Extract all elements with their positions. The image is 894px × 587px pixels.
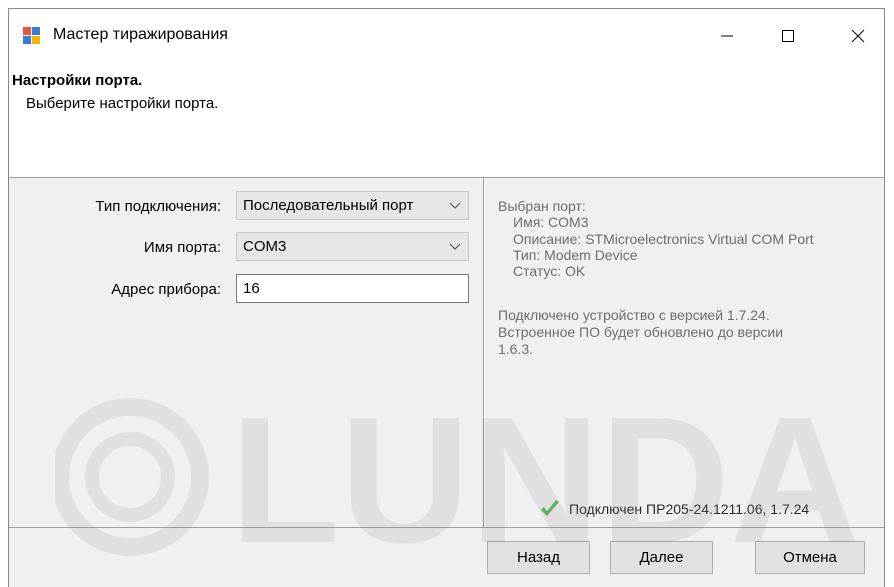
cancel-button[interactable]: Отмена [755, 541, 865, 574]
info-port-status: Статус: OK [513, 263, 586, 279]
info-heading: Выбран порт: [498, 198, 586, 214]
wizard-header: Настройки порта. Выберите настройки порт… [9, 62, 884, 178]
info-firmware-update: Встроенное ПО будет обновлено до версии [498, 324, 784, 340]
window-title: Мастер тиражирования [53, 26, 228, 43]
page-title: Настройки порта. [12, 72, 143, 89]
wizard-window: Мастер тиражирования Настройки порта. Вы… [8, 8, 885, 587]
device-address-label: Адрес прибора: [111, 281, 221, 298]
connection-type-value: Последовательный порт [243, 197, 414, 214]
info-port-name: Имя: COM3 [513, 214, 589, 230]
info-device-version: Подключено устройство с версией 1.7.24. [498, 307, 770, 323]
port-name-select[interactable]: COM3 [236, 232, 469, 261]
connection-status: Подключен ПР205-24.1211.06, 1.7.24 [539, 498, 809, 520]
app-icon [23, 27, 41, 45]
info-port-type: Тип: Modem Device [513, 247, 638, 263]
chevron-down-icon [448, 192, 462, 219]
title-bar[interactable]: Мастер тиражирования [9, 9, 884, 62]
checkmark-icon [539, 498, 561, 520]
maximize-button[interactable] [761, 9, 815, 62]
info-port-description: Описание: STMicroelectronics Virtual COM… [513, 231, 814, 247]
connection-type-select[interactable]: Последовательный порт [236, 191, 469, 220]
port-name-value: COM3 [243, 238, 287, 255]
chevron-down-icon [448, 233, 462, 260]
panel-divider-highlight [484, 178, 485, 527]
wizard-content: Тип подключения: Последовательный порт И… [9, 178, 884, 527]
connection-type-label: Тип подключения: [95, 198, 221, 215]
back-button[interactable]: Назад [487, 541, 590, 574]
device-address-input[interactable]: 16 [236, 274, 469, 303]
info-firmware-version: 1.6.3. [498, 341, 534, 357]
minimize-button[interactable] [700, 9, 754, 62]
close-button[interactable] [831, 9, 884, 62]
next-button[interactable]: Далее [610, 541, 713, 574]
wizard-footer: Назад Далее Отмена [9, 527, 884, 587]
connection-status-text: Подключен ПР205-24.1211.06, 1.7.24 [569, 501, 810, 517]
page-subtitle: Выберите настройки порта. [26, 95, 219, 112]
port-name-label: Имя порта: [143, 239, 221, 256]
